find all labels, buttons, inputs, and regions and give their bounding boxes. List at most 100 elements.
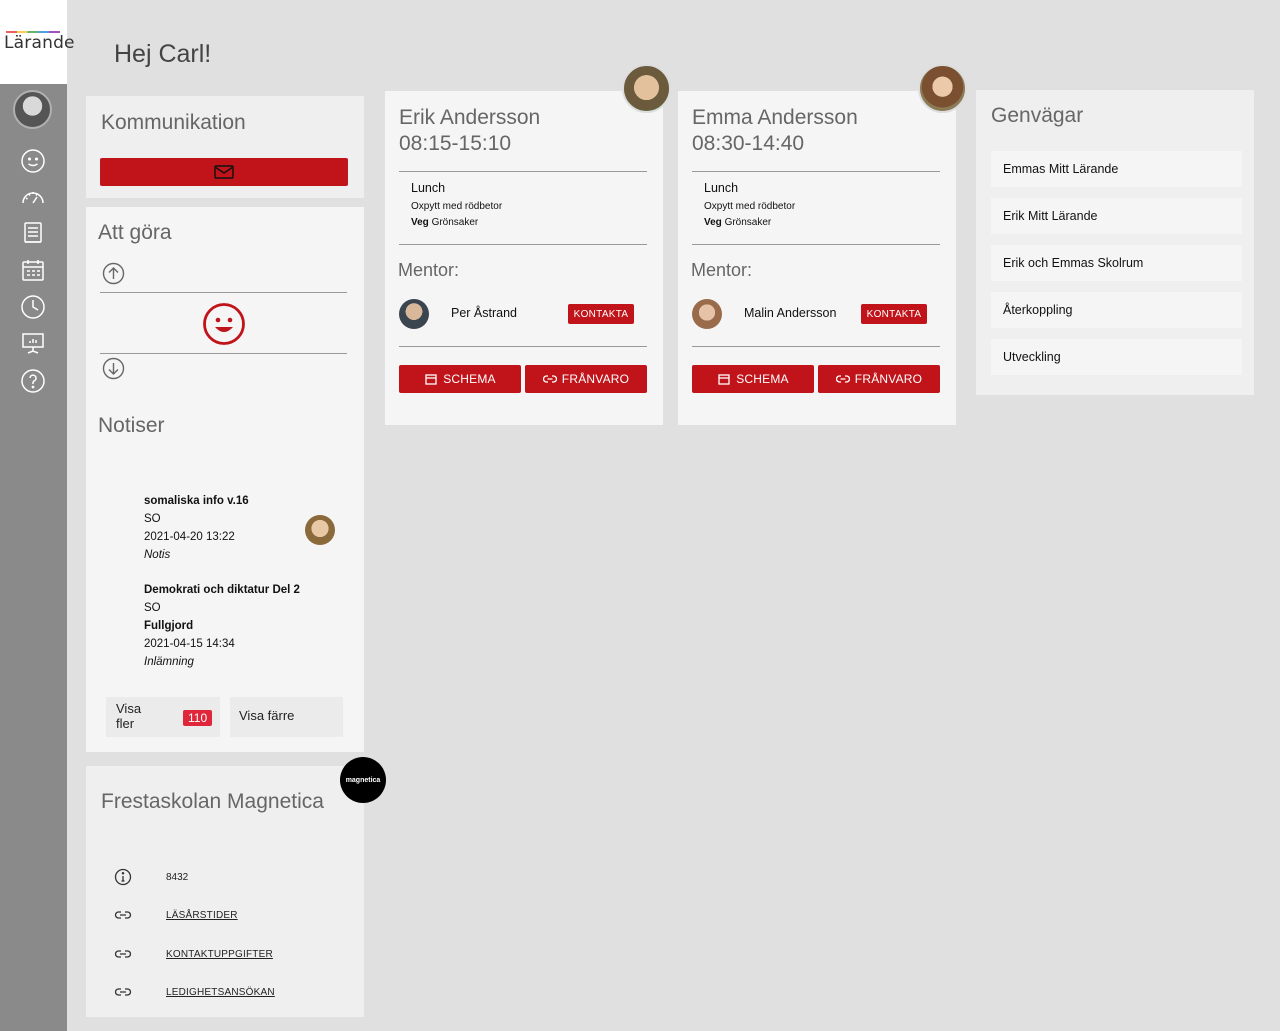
divider — [100, 353, 347, 354]
notiser-title: Notiser — [98, 414, 165, 437]
greeting: Hej Carl! — [114, 40, 212, 68]
divider — [399, 346, 647, 347]
visa-fler-label: Visa fler — [116, 701, 142, 731]
dashboard-icon[interactable] — [20, 184, 46, 210]
lunch-info: Lunch Oxpytt med rödbetor Veg Grönsaker — [411, 181, 502, 228]
divider — [399, 171, 647, 172]
lunch-veg: Veg Grönsaker — [411, 217, 502, 228]
schema-button[interactable]: SCHEMA — [399, 365, 521, 393]
shortcut-link[interactable]: Återkoppling — [991, 292, 1242, 328]
att-gora-title: Att göra — [98, 221, 172, 244]
notis-avatar — [305, 515, 335, 545]
kontaktuppgifter-link[interactable]: KONTAKTUPPGIFTER — [166, 949, 273, 960]
presentation-icon[interactable] — [20, 331, 46, 357]
mentor-name: Per Åstrand — [451, 306, 518, 320]
count-badge: 110 — [183, 710, 213, 726]
info-icon — [114, 868, 132, 886]
link-icon — [542, 375, 557, 383]
genvagar-card: Genvägar Emmas Mitt Lärande Erik Mitt Lä… — [976, 90, 1254, 395]
child-time: 08:30-14:40 — [692, 132, 805, 155]
shortcut-link[interactable]: Erik och Emmas Skolrum — [991, 245, 1242, 281]
franvaro-button[interactable]: FRÅNVARO — [818, 365, 940, 393]
book-icon[interactable] — [20, 220, 46, 246]
school-card: Frestaskolan Magnetica 8432 LÄSÅRSTIDER … — [86, 766, 364, 1017]
child-time: 08:15-15:10 — [399, 132, 512, 155]
child-name-text: Erik Andersson — [399, 106, 541, 129]
arrow-down-icon[interactable] — [102, 357, 125, 380]
school-info-row: 8432 — [114, 868, 188, 886]
child-name: Erik Andersson 08:15-15:10 — [399, 105, 540, 157]
schema-button[interactable]: SCHEMA — [692, 365, 814, 393]
child-avatar-emma — [918, 64, 967, 113]
link-icon — [835, 375, 850, 383]
mentor-avatar — [399, 299, 429, 329]
smile-icon — [202, 302, 246, 346]
school-link-row[interactable]: LÄSÅRSTIDER — [114, 906, 238, 924]
notis-title: Demokrati och diktatur Del 2 — [144, 584, 300, 596]
notis-subject: SO — [144, 602, 161, 614]
mentor-title: Mentor: — [691, 260, 753, 280]
notis-date: 2021-04-20 13:22 — [144, 531, 235, 543]
child-avatar-erik — [622, 64, 671, 113]
calendar-icon[interactable] — [20, 257, 46, 283]
shortcut-link[interactable]: Erik Mitt Lärande — [991, 198, 1242, 234]
child-name: Emma Andersson 08:30-14:40 — [692, 105, 858, 157]
help-icon[interactable] — [20, 368, 46, 394]
schema-label: SCHEMA — [443, 372, 496, 386]
school-title: Frestaskolan Magnetica — [101, 790, 324, 813]
schema-label: SCHEMA — [736, 372, 789, 386]
clock-icon[interactable] — [20, 294, 46, 320]
divider — [692, 244, 940, 245]
lunch-veg-label: Veg — [704, 217, 722, 228]
kommunikation-title: Kommunikation — [101, 111, 246, 134]
visa-farre-button[interactable]: Visa färre — [230, 697, 343, 737]
lunch-veg-text: Grönsaker — [724, 217, 772, 228]
mentor-name: Malin Andersson — [744, 306, 837, 320]
shortcut-link[interactable]: Emmas Mitt Lärande — [991, 151, 1242, 187]
smile-icon[interactable] — [20, 148, 46, 174]
lunch-title: Lunch — [704, 181, 739, 195]
notis-subject: SO — [144, 513, 161, 525]
school-number: 8432 — [166, 871, 189, 883]
logo[interactable]: Lärande — [0, 0, 75, 84]
franvaro-button[interactable]: FRÅNVARO — [525, 365, 647, 393]
notis-title: somaliska info v.16 — [144, 495, 249, 507]
lunch-main: Oxpytt med rödbetor — [411, 201, 503, 212]
notis-item[interactable]: Demokrati och diktatur Del 2 SO Fullgjor… — [144, 581, 300, 671]
calendar-icon — [425, 374, 437, 385]
divider — [692, 171, 940, 172]
franvaro-label: FRÅNVARO — [854, 372, 923, 386]
notis-type: Inlämning — [144, 656, 194, 668]
school-link-row[interactable]: KONTAKTUPPGIFTER — [114, 945, 273, 963]
divider — [100, 292, 347, 293]
lunch-veg: Veg Grönsaker — [704, 217, 795, 228]
shortcut-link[interactable]: Utveckling — [991, 339, 1242, 375]
kommunikation-card: Kommunikation — [86, 96, 364, 198]
lunch-info: Lunch Oxpytt med rödbetor Veg Grönsaker — [704, 181, 795, 228]
school-link-row[interactable]: LEDIGHETSANSÖKAN — [114, 983, 275, 1001]
child-card-erik: Erik Andersson 08:15-15:10 Lunch Oxpytt … — [385, 91, 663, 425]
visa-fler-button[interactable]: Visa fler 110 — [106, 697, 220, 737]
notis-type: Notis — [144, 549, 171, 561]
mail-button[interactable] — [100, 158, 348, 186]
child-name-text: Emma Andersson — [692, 106, 858, 129]
lasarstider-link[interactable]: LÄSÅRSTIDER — [166, 910, 238, 921]
kontakta-button[interactable]: KONTAKTA — [568, 304, 634, 324]
notis-item[interactable]: somaliska info v.16 SO 2021-04-20 13:22 … — [144, 492, 249, 564]
user-avatar[interactable] — [13, 90, 52, 129]
genvagar-title: Genvägar — [991, 104, 1084, 127]
logo-text: Lärande — [4, 33, 75, 53]
franvaro-label: FRÅNVARO — [561, 372, 630, 386]
att-gora-card: Att göra Notiser somaliska info v.16 SO … — [86, 207, 364, 752]
link-icon — [114, 906, 132, 924]
notis-date: 2021-04-15 14:34 — [144, 638, 235, 650]
arrow-up-icon[interactable] — [102, 262, 125, 285]
kontakta-button[interactable]: KONTAKTA — [861, 304, 927, 324]
child-card-emma: Emma Andersson 08:30-14:40 Lunch Oxpytt … — [678, 91, 956, 425]
lunch-main: Oxpytt med rödbetor — [704, 201, 796, 212]
calendar-icon — [718, 374, 730, 385]
divider — [692, 346, 940, 347]
ledighetsansokan-link[interactable]: LEDIGHETSANSÖKAN — [166, 987, 275, 998]
lunch-title: Lunch — [411, 181, 446, 195]
divider — [399, 244, 647, 245]
